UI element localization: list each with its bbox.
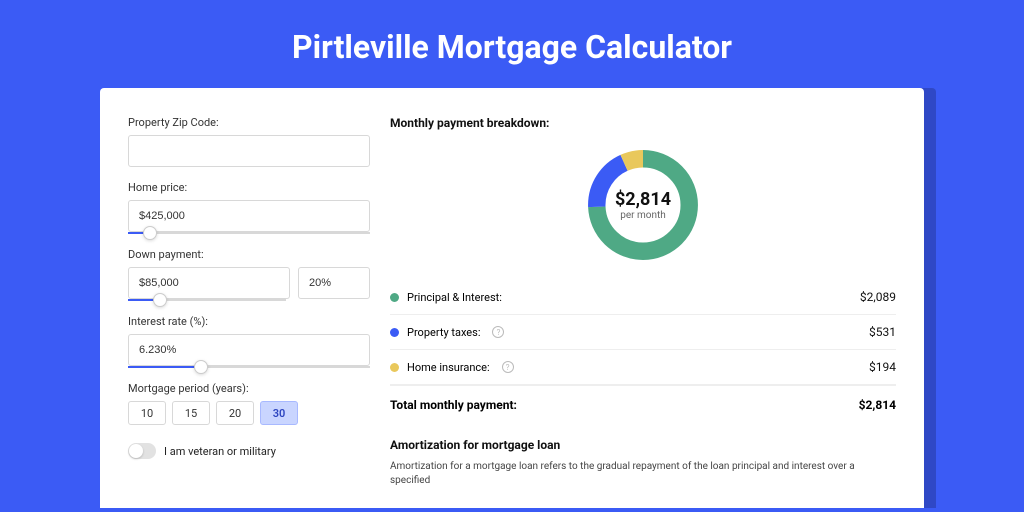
legend-value: $2,089 — [860, 290, 896, 304]
total-row: Total monthly payment: $2,814 — [390, 385, 896, 428]
period-group: Mortgage period (years): 10152030 — [128, 382, 370, 425]
total-label: Total monthly payment: — [390, 398, 517, 412]
home-price-label: Home price: — [128, 181, 370, 194]
calculator-card: Property Zip Code: Home price: Down paym… — [100, 88, 924, 508]
page-title: Pirtleville Mortgage Calculator — [0, 0, 1024, 88]
veteran-row: I am veteran or military — [128, 443, 370, 459]
home-price-input[interactable] — [128, 200, 370, 232]
zip-group: Property Zip Code: — [128, 116, 370, 167]
down-payment-slider[interactable] — [128, 299, 286, 301]
interest-rate-label: Interest rate (%): — [128, 315, 370, 328]
slider-thumb[interactable] — [143, 226, 157, 240]
down-payment-label: Down payment: — [128, 248, 370, 261]
interest-rate-input[interactable] — [128, 334, 370, 366]
down-payment-group: Down payment: — [128, 248, 370, 301]
home-price-slider[interactable] — [128, 232, 370, 234]
down-payment-input[interactable] — [128, 267, 290, 299]
slider-thumb[interactable] — [153, 293, 167, 307]
amortization-title: Amortization for mortgage loan — [390, 438, 896, 452]
veteran-toggle[interactable] — [128, 443, 156, 459]
donut-center: $2,814 per month — [582, 144, 704, 266]
zip-label: Property Zip Code: — [128, 116, 370, 129]
period-button-20[interactable]: 20 — [216, 401, 254, 425]
down-payment-pct-input[interactable] — [298, 267, 370, 299]
legend-row: Home insurance:? $194 — [390, 350, 896, 385]
veteran-label: I am veteran or military — [164, 445, 276, 458]
help-icon[interactable]: ? — [502, 361, 514, 373]
form-column: Property Zip Code: Home price: Down paym… — [128, 116, 370, 508]
legend-value: $194 — [869, 360, 896, 374]
donut-chart: $2,814 per month — [582, 144, 704, 266]
period-button-30[interactable]: 30 — [260, 401, 298, 425]
legend-label: Home insurance: — [407, 361, 490, 374]
legend-label: Property taxes: — [407, 326, 480, 339]
donut-amount: $2,814 — [615, 189, 671, 210]
amortization-text: Amortization for a mortgage loan refers … — [390, 460, 896, 488]
interest-rate-slider[interactable] — [128, 366, 370, 368]
legend-value: $531 — [869, 325, 896, 339]
donut-chart-wrap: $2,814 per month — [390, 140, 896, 280]
period-label: Mortgage period (years): — [128, 382, 370, 395]
legend: Principal & Interest: $2,089 Property taxe… — [390, 280, 896, 385]
legend-label: Principal & Interest: — [407, 291, 502, 304]
donut-sub: per month — [620, 210, 666, 221]
slider-thumb[interactable] — [194, 360, 208, 374]
toggle-knob — [129, 444, 143, 458]
period-button-10[interactable]: 10 — [128, 401, 166, 425]
help-icon[interactable]: ? — [492, 326, 504, 338]
interest-rate-group: Interest rate (%): — [128, 315, 370, 368]
breakdown-column: Monthly payment breakdown: $2,814 per mo… — [390, 116, 896, 508]
home-price-group: Home price: — [128, 181, 370, 234]
period-buttons: 10152030 — [128, 401, 370, 425]
legend-row: Principal & Interest: $2,089 — [390, 280, 896, 315]
legend-dot-icon — [390, 293, 399, 302]
total-value: $2,814 — [859, 398, 896, 412]
legend-dot-icon — [390, 363, 399, 372]
legend-row: Property taxes:? $531 — [390, 315, 896, 350]
legend-dot-icon — [390, 328, 399, 337]
breakdown-title: Monthly payment breakdown: — [390, 116, 896, 130]
period-button-15[interactable]: 15 — [172, 401, 210, 425]
zip-input[interactable] — [128, 135, 370, 167]
